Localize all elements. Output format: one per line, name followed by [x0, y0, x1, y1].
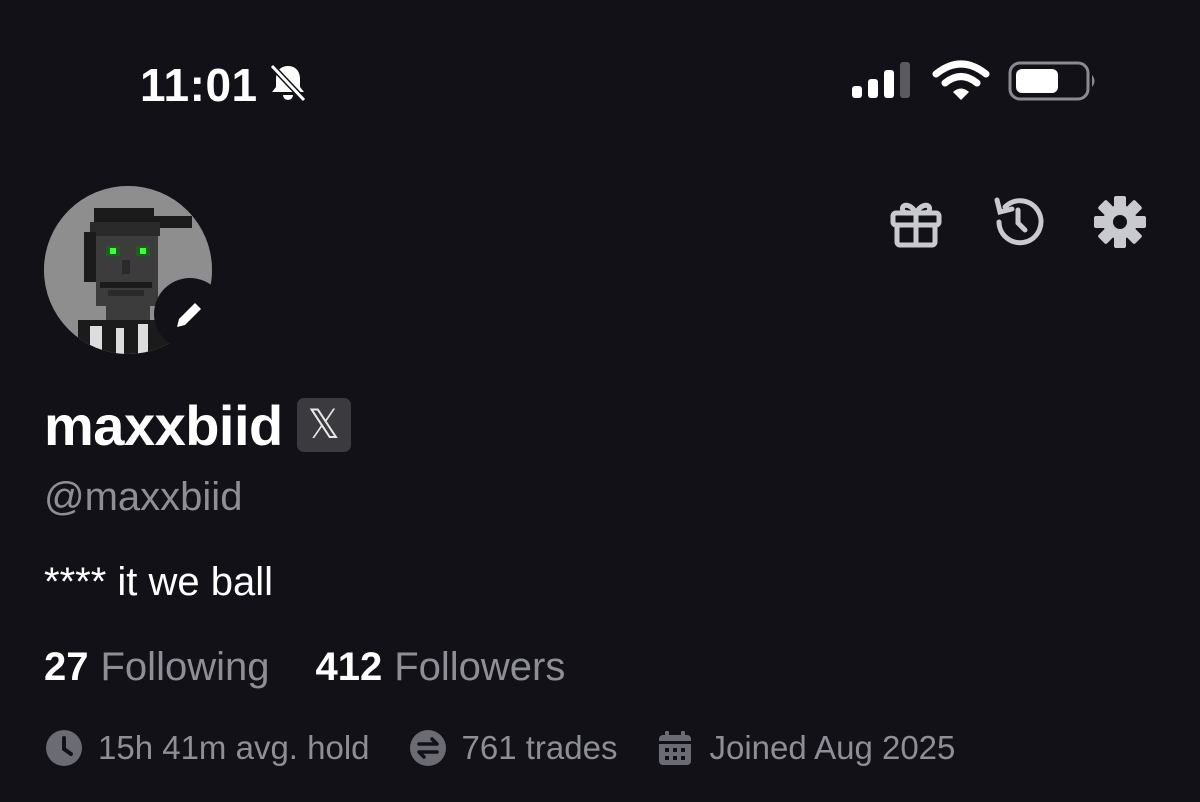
- following-stat[interactable]: 27 Following: [44, 645, 269, 690]
- pencil-icon: [177, 299, 205, 327]
- swap-arrows-icon: [409, 730, 446, 766]
- bell-slash-icon: [269, 63, 307, 103]
- trades-item: 761 trades: [408, 728, 618, 768]
- settings-gear-icon[interactable]: [1090, 192, 1150, 252]
- profile-name-row: maxxbiid 𝕏: [44, 390, 351, 460]
- profile-bio: **** it we ball: [44, 560, 274, 604]
- avg-hold-text: 15h 41m avg. hold: [98, 729, 370, 766]
- avatar-container: [44, 186, 226, 358]
- battery-icon: [1008, 61, 1095, 101]
- cellular-signal-icon: [852, 62, 910, 98]
- joined-item: Joined Aug 2025: [655, 728, 955, 768]
- follow-stats: 27 Following 412 Followers: [44, 645, 611, 690]
- followers-count: 412: [315, 645, 383, 689]
- x-link-badge[interactable]: 𝕏: [296, 398, 351, 452]
- avg-hold-item: 15h 41m avg. hold: [44, 728, 370, 768]
- following-label: Following: [100, 645, 270, 689]
- following-count: 27: [44, 645, 89, 689]
- trades-text: 761 trades: [461, 729, 618, 766]
- joined-text: Joined Aug 2025: [709, 729, 956, 766]
- status-time: 11:01: [140, 59, 258, 111]
- clock-icon: [46, 730, 82, 766]
- gift-icon[interactable]: [886, 192, 946, 252]
- profile-handle: @maxxbiid: [44, 475, 243, 519]
- wifi-icon: [932, 60, 990, 100]
- edit-avatar-button[interactable]: [154, 278, 226, 350]
- calendar-icon: [659, 731, 692, 765]
- status-bar: 11:01: [0, 0, 1200, 160]
- followers-label: Followers: [394, 645, 566, 689]
- profile-meta: 15h 41m avg. hold 761 trades Joined Aug …: [44, 728, 993, 768]
- display-name: maxxbiid: [44, 393, 283, 457]
- x-logo-icon: 𝕏: [307, 402, 340, 448]
- history-icon[interactable]: [988, 192, 1048, 252]
- followers-stat[interactable]: 412 Followers: [315, 645, 565, 690]
- profile-actions: [886, 192, 1150, 252]
